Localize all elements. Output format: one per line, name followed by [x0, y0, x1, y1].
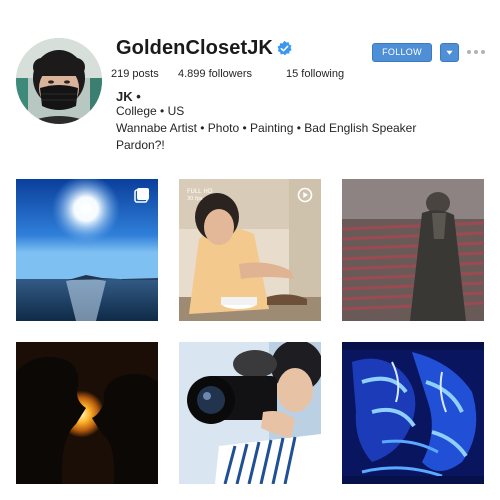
profile-avatar	[16, 38, 102, 124]
followers-count[interactable]: 4.899 followers	[178, 68, 252, 80]
follow-button[interactable]: FOLLOW	[372, 43, 432, 62]
bio-line-description: Wannabe Artist • Photo • Painting • Bad …	[116, 121, 417, 135]
following-count[interactable]: 15 following	[286, 68, 344, 80]
video-fps-label: 30 fps	[187, 196, 203, 202]
post-tile-6[interactable]	[342, 342, 484, 484]
posts-count: 219 posts	[111, 68, 159, 80]
post-image	[179, 342, 321, 484]
post-tile-4[interactable]	[16, 342, 158, 484]
post-image	[342, 342, 484, 484]
post-image	[16, 342, 158, 484]
post-tile-5[interactable]	[179, 342, 321, 484]
video-quality-label: FULL HD	[187, 188, 213, 195]
verified-badge-icon	[277, 40, 292, 56]
triangle-down-icon	[446, 50, 453, 55]
post-tile-3[interactable]	[342, 179, 484, 321]
profile-username: GoldenClosetJK	[116, 37, 273, 59]
post-tile-2[interactable]: FULL HD 30 fps	[179, 179, 321, 321]
more-options-button[interactable]	[466, 46, 486, 58]
bio-name: JK •	[116, 89, 141, 104]
bio-line-extra: Pardon?!	[116, 138, 165, 152]
post-tile-1[interactable]	[16, 179, 158, 321]
follow-dropdown-button[interactable]	[440, 43, 459, 62]
multiple-images-icon	[134, 188, 149, 203]
ellipsis-icon	[467, 50, 485, 54]
bio-line-location: College • US	[116, 104, 185, 118]
post-image	[342, 179, 484, 321]
video-icon	[297, 187, 313, 203]
